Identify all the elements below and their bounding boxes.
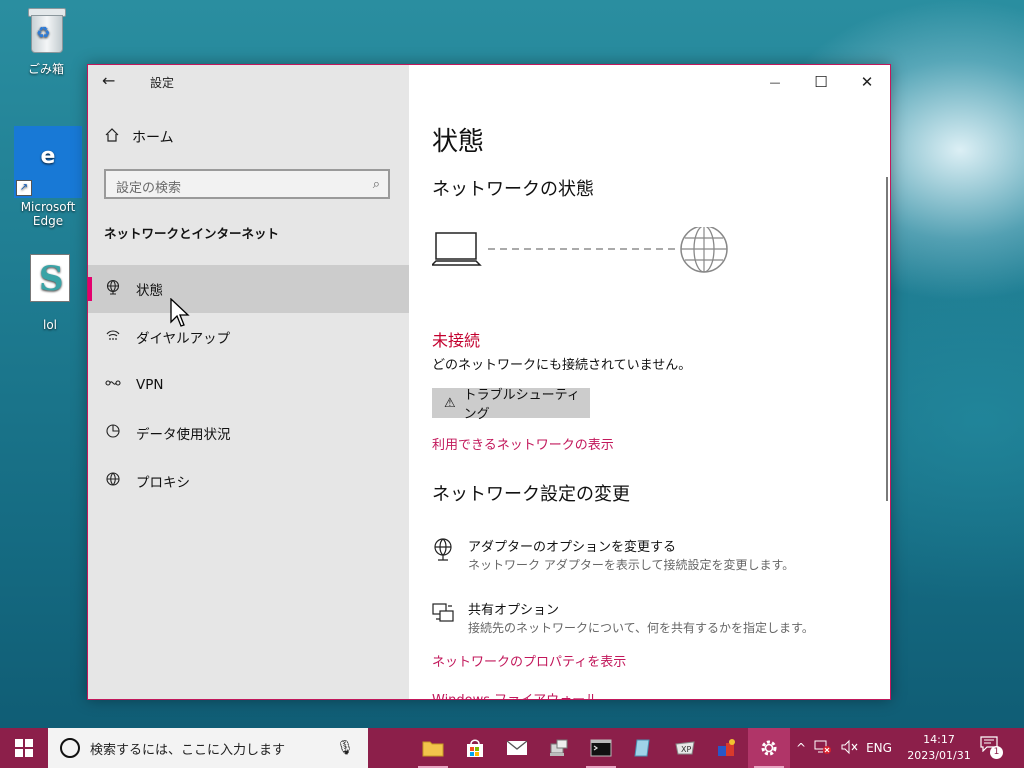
option-title: 共有オプション bbox=[468, 603, 560, 618]
dialup-icon bbox=[104, 327, 122, 347]
change-settings-heading: ネットワーク設定の変更 bbox=[432, 484, 630, 505]
gear-icon bbox=[761, 740, 777, 756]
sidebar-item-proxy[interactable]: プロキシ bbox=[88, 457, 409, 505]
desktop-icon-lol[interactable]: S lol bbox=[12, 254, 88, 332]
search-placeholder: 設定の検索 bbox=[116, 181, 182, 196]
windows-logo-icon bbox=[15, 739, 33, 757]
xp-icon: XP bbox=[675, 741, 695, 755]
notification-count-badge: 1 bbox=[990, 746, 1003, 759]
speaker-muted-icon[interactable] bbox=[840, 739, 858, 758]
home-label: ホーム bbox=[132, 130, 174, 146]
adapter-icon bbox=[432, 538, 456, 562]
home-icon bbox=[104, 127, 120, 147]
desktop-icon-label: lol bbox=[42, 318, 57, 332]
globe-network-icon bbox=[104, 279, 122, 299]
sidebar-nav: 状態 ダイヤルアップ VPN データ使用状況 プロキシ bbox=[88, 265, 409, 505]
app-title: 設定 bbox=[150, 76, 175, 90]
tools-icon bbox=[718, 739, 735, 756]
option-title: アダプターのオプションを変更する bbox=[468, 540, 677, 555]
back-arrow-icon[interactable]: ← bbox=[102, 71, 115, 90]
sharing-icon bbox=[432, 601, 456, 625]
warning-icon: ⚠ bbox=[444, 395, 456, 411]
clock-time: 14:17 bbox=[923, 733, 955, 746]
language-indicator[interactable]: ENG bbox=[866, 741, 892, 755]
sidebar-item-label: VPN bbox=[136, 377, 164, 393]
sidebar-item-vpn[interactable]: VPN bbox=[88, 361, 409, 409]
desktop-icon-label: ごみ箱 bbox=[27, 62, 64, 76]
start-button[interactable] bbox=[0, 728, 48, 768]
page-title: 状態 bbox=[432, 127, 485, 157]
windows-firewall-link[interactable]: Windows ファイアウォール bbox=[432, 689, 598, 699]
laptop-icon bbox=[432, 232, 482, 266]
home-link[interactable]: ホーム bbox=[104, 127, 174, 147]
connection-status: 未接続 bbox=[432, 331, 481, 350]
network-properties-link[interactable]: ネットワークのプロパティを表示 bbox=[432, 651, 626, 670]
search-icon: ⌕ bbox=[372, 177, 380, 192]
cortana-icon bbox=[60, 738, 80, 758]
taskbar-apps: XP bbox=[412, 728, 790, 768]
desktop-icon-recycle-bin[interactable]: ♻ ごみ箱 bbox=[8, 8, 84, 77]
sidebar-item-status[interactable]: 状態 bbox=[88, 265, 409, 313]
network-status-diagram bbox=[432, 227, 728, 273]
sidebar-item-dialup[interactable]: ダイヤルアップ bbox=[88, 313, 409, 361]
taskbar-command-prompt[interactable] bbox=[580, 728, 622, 768]
taskbar-network-app[interactable] bbox=[538, 728, 580, 768]
network-computer-icon bbox=[550, 739, 568, 756]
script-file-icon: S bbox=[30, 254, 70, 302]
taskbar: 検索するには、ここに入力します 🎙 XP ^ ENG 14:17 2023/01… bbox=[0, 728, 1024, 768]
pie-chart-icon bbox=[104, 423, 122, 443]
sidebar-item-label: ダイヤルアップ bbox=[136, 331, 231, 347]
clock-date: 2023/01/31 bbox=[907, 749, 971, 762]
globe-icon bbox=[104, 471, 122, 491]
sharing-options[interactable]: 共有オプション 接続先のネットワークについて、何を共有するかを指定します。 bbox=[432, 599, 872, 639]
adapter-options[interactable]: アダプターのオプションを変更する ネットワーク アダプターを表示して接続設定を変… bbox=[432, 536, 872, 576]
edge-icon: e ↗ bbox=[14, 126, 82, 198]
settings-window: ← 設定 ホーム 設定の検索 ⌕ ネットワークとインターネット 状態 ダイヤルア… bbox=[87, 64, 891, 700]
store-icon bbox=[467, 739, 483, 757]
vpn-icon bbox=[104, 375, 122, 395]
action-center-button[interactable]: 1 bbox=[980, 736, 1004, 760]
settings-search-input[interactable]: 設定の検索 ⌕ bbox=[104, 169, 390, 199]
notes-icon bbox=[634, 739, 650, 757]
taskbar-search-box[interactable]: 検索するには、ここに入力します 🎙 bbox=[48, 728, 368, 768]
folder-icon bbox=[422, 741, 444, 757]
troubleshoot-label: トラブルシューティング bbox=[463, 388, 580, 422]
recycle-bin-icon: ♻ bbox=[27, 8, 66, 53]
taskbar-tools-app[interactable] bbox=[706, 728, 748, 768]
troubleshoot-button[interactable]: ⚠ トラブルシューティング bbox=[432, 388, 590, 422]
sidebar-item-data-usage[interactable]: データ使用状況 bbox=[88, 409, 409, 457]
terminal-icon bbox=[590, 739, 612, 757]
network-status-heading: ネットワークの状態 bbox=[432, 179, 594, 200]
taskbar-mail[interactable] bbox=[496, 728, 538, 768]
sidebar-item-label: 状態 bbox=[136, 283, 163, 299]
connection-status-description: どのネットワークにも接続されていません。 bbox=[432, 358, 692, 373]
desktop-icon-label: Microsoft Edge bbox=[20, 200, 76, 228]
chevron-up-icon[interactable]: ^ bbox=[796, 741, 806, 755]
option-description: 接続先のネットワークについて、何を共有するかを指定します。 bbox=[468, 621, 814, 635]
taskbar-notes[interactable] bbox=[622, 728, 664, 768]
mail-icon bbox=[506, 740, 528, 755]
show-available-networks-link[interactable]: 利用できるネットワークの表示 bbox=[432, 434, 614, 453]
clock[interactable]: 14:17 2023/01/31 bbox=[902, 732, 976, 764]
sidebar-item-label: プロキシ bbox=[136, 475, 190, 491]
main-content: 状態 ネットワークの状態 未接続 どのネットワークにも接続されていません。 ⚠ … bbox=[432, 65, 872, 699]
network-disconnected-icon[interactable] bbox=[814, 739, 832, 758]
scrollbar[interactable] bbox=[886, 177, 888, 501]
microphone-icon[interactable]: 🎙 bbox=[336, 740, 354, 756]
option-description: ネットワーク アダプターを表示して接続設定を変更します。 bbox=[468, 558, 795, 572]
taskbar-store[interactable] bbox=[454, 728, 496, 768]
taskbar-file-explorer[interactable] bbox=[412, 728, 454, 768]
taskbar-settings[interactable] bbox=[748, 728, 790, 768]
system-tray: ^ ENG bbox=[796, 728, 892, 768]
sidebar: ← 設定 ホーム 設定の検索 ⌕ ネットワークとインターネット 状態 ダイヤルア… bbox=[88, 65, 409, 699]
mouse-cursor-icon bbox=[170, 298, 190, 327]
desktop-icon-edge[interactable]: e ↗ Microsoft Edge bbox=[8, 126, 88, 228]
svg-text:XP: XP bbox=[681, 745, 691, 754]
section-title: ネットワークとインターネット bbox=[104, 226, 280, 241]
taskbar-search-placeholder: 検索するには、ここに入力します bbox=[90, 742, 286, 758]
taskbar-xp-app[interactable]: XP bbox=[664, 728, 706, 768]
title-bar[interactable]: ← 設定 bbox=[88, 65, 409, 99]
globe-icon bbox=[680, 227, 728, 273]
sidebar-item-label: データ使用状況 bbox=[136, 427, 231, 443]
